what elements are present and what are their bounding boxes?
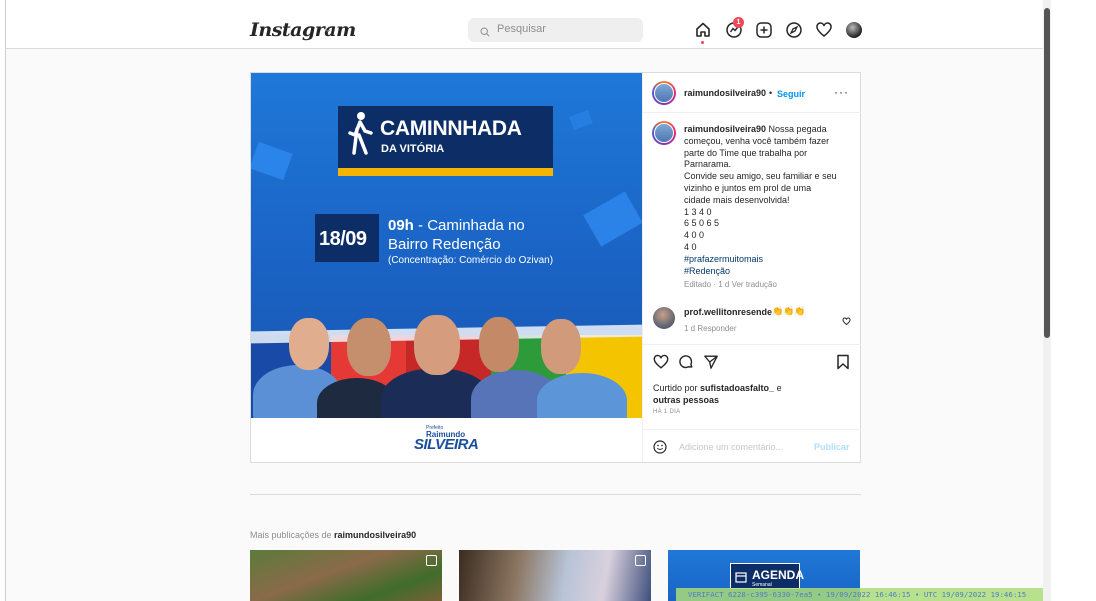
poster-brand-logo: SILVEIRA bbox=[414, 436, 479, 453]
poster-event-line: 09h - Caminhada no bbox=[388, 217, 525, 234]
flag-decoration bbox=[251, 141, 293, 181]
activity-heart-icon[interactable] bbox=[815, 21, 833, 39]
profile-avatar[interactable] bbox=[846, 22, 862, 38]
add-comment-bar: Adicione um comentário... Publicar bbox=[643, 429, 861, 463]
commenter-avatar[interactable] bbox=[653, 307, 675, 329]
flag-decoration bbox=[569, 110, 593, 130]
new-post-icon[interactable] bbox=[755, 21, 773, 39]
poster-title: CAMINNHADA bbox=[380, 117, 522, 140]
home-icon[interactable] bbox=[694, 21, 712, 39]
poster-date: 18/09 bbox=[319, 228, 367, 250]
comment-input[interactable]: Adicione um comentário... bbox=[679, 442, 783, 452]
author-username-link[interactable]: raimundosilveira90 bbox=[684, 88, 766, 98]
reel-icon bbox=[635, 555, 646, 566]
liked-by-text: Curtido por sufistadoasfalto_ e outras pe… bbox=[653, 383, 782, 405]
share-paper-plane-icon[interactable] bbox=[703, 354, 719, 375]
poster-person-face bbox=[541, 319, 581, 374]
comment-text: 👏👏👏 bbox=[772, 306, 806, 316]
reel-icon bbox=[426, 555, 437, 566]
poster-event-note: (Concentração: Comércio do Ozivan) bbox=[388, 255, 554, 266]
agenda-title: AGENDA bbox=[752, 568, 805, 582]
poster-person-face bbox=[479, 317, 519, 372]
walking-person-icon bbox=[346, 111, 374, 160]
poster-title-stripe bbox=[338, 168, 553, 176]
liked-by-user-link[interactable]: sufistadoasfalto_ bbox=[700, 383, 774, 393]
hashtag-link[interactable]: #prafazermuitomais bbox=[684, 254, 849, 266]
chevron-down-icon[interactable]: ⌄ bbox=[324, 24, 332, 35]
poster-event-place: Bairro Redenção bbox=[388, 236, 501, 253]
comment-like-heart-icon[interactable] bbox=[842, 313, 851, 331]
explore-compass-icon[interactable] bbox=[785, 21, 803, 39]
comment-reply-link[interactable]: 1 d Responder bbox=[684, 324, 736, 333]
more-posts-username-link[interactable]: raimundosilveira90 bbox=[334, 530, 416, 540]
caption-username-link[interactable]: raimundosilveira90 bbox=[684, 124, 766, 134]
separator-dot: • bbox=[769, 88, 773, 98]
emoji-icon[interactable] bbox=[653, 440, 667, 459]
post-header: raimundosilveira90 • Seguir ··· bbox=[643, 73, 861, 113]
post-caption: raimundosilveira90 Nossa pegada começou,… bbox=[684, 124, 849, 277]
poster-person-face bbox=[414, 315, 460, 375]
comment-bubble-icon[interactable] bbox=[678, 354, 694, 375]
post-image[interactable]: CAMINNHADA DA VITÓRIA 18/09 09h - Caminh… bbox=[251, 73, 642, 462]
top-navigation-bar: Instagram ⌄ Pesquisar 1 bbox=[6, 0, 1043, 49]
follow-button[interactable]: Seguir bbox=[777, 89, 805, 99]
poster-person-face bbox=[347, 318, 391, 376]
poster-person-face bbox=[289, 318, 329, 370]
save-bookmark-icon[interactable] bbox=[836, 354, 850, 375]
poster-subtitle: DA VITÓRIA bbox=[381, 143, 445, 155]
browser-viewport: Instagram ⌄ Pesquisar 1 CAMINNHADA DA VI… bbox=[6, 0, 1043, 601]
more-post-thumbnail[interactable] bbox=[459, 550, 651, 601]
window-right-gutter bbox=[1051, 0, 1096, 601]
publish-button[interactable]: Publicar bbox=[814, 442, 850, 452]
calendar-icon bbox=[735, 570, 747, 588]
like-heart-icon[interactable] bbox=[653, 354, 669, 375]
notification-badge: 1 bbox=[733, 17, 744, 28]
post-timestamp[interactable]: HÁ 1 DIA bbox=[653, 409, 680, 415]
caption-meta[interactable]: Editado · 1 d Ver tradução bbox=[684, 280, 777, 289]
hashtag-link[interactable]: #Redenção bbox=[684, 266, 849, 278]
commenter-username-link[interactable]: prof.wellitonresende bbox=[684, 307, 772, 317]
search-icon bbox=[480, 24, 490, 42]
more-options-button[interactable]: ··· bbox=[834, 85, 849, 99]
scrollbar-thumb[interactable] bbox=[1044, 8, 1050, 338]
search-input[interactable]: Pesquisar bbox=[468, 18, 643, 42]
active-indicator bbox=[701, 41, 704, 44]
instagram-logo[interactable]: Instagram bbox=[250, 19, 356, 41]
caption-author-avatar[interactable] bbox=[652, 121, 676, 145]
post-actions: Curtido por sufistadoasfalto_ e outras pe… bbox=[643, 344, 861, 462]
page-scrollbar[interactable] bbox=[1043, 0, 1051, 601]
verification-watermark: VERIFACT 6228-c395-6330-7ea5 • 19/09/202… bbox=[676, 588, 1043, 601]
post-sidebar: raimundosilveira90 • Seguir ··· raimundo… bbox=[642, 73, 861, 462]
section-divider bbox=[250, 494, 861, 495]
flag-decoration bbox=[583, 191, 642, 247]
post-card: CAMINNHADA DA VITÓRIA 18/09 09h - Caminh… bbox=[250, 72, 861, 463]
liked-by-others-link[interactable]: outras pessoas bbox=[653, 395, 719, 405]
author-avatar[interactable] bbox=[652, 81, 676, 105]
more-post-thumbnail[interactable] bbox=[250, 550, 442, 601]
more-posts-heading: Mais publicações de raimundosilveira90 bbox=[250, 530, 417, 540]
search-placeholder: Pesquisar bbox=[497, 23, 546, 35]
